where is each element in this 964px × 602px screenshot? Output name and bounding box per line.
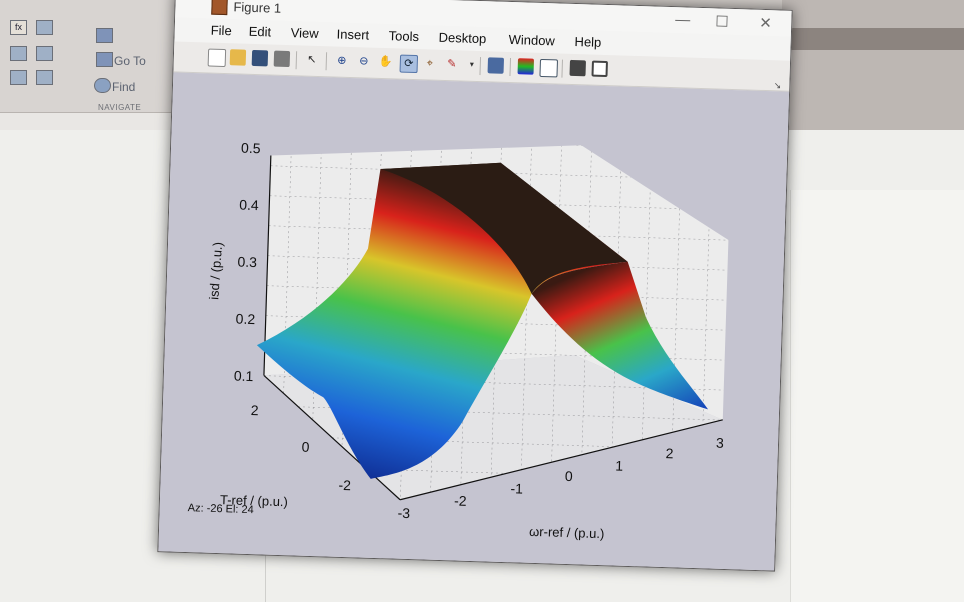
select-arrow-icon[interactable]: ↖ (304, 52, 320, 68)
toolbar-separator (561, 59, 563, 78)
y-tick-label: -2 (338, 477, 351, 493)
brush-dropdown-icon[interactable]: ▾ (464, 57, 480, 73)
z-axis-label: isd / (p.u.) (206, 241, 225, 300)
menu-window[interactable]: Window (508, 32, 555, 48)
menu-view[interactable]: View (290, 25, 318, 41)
figure-window: Figure 1 — ☐ ✕ File Edit View Insert Too… (157, 0, 793, 572)
x-tick-label: 2 (665, 445, 673, 461)
hide-plot-tools-icon[interactable] (569, 59, 586, 77)
z-tick-label: 0.2 (235, 311, 255, 328)
z-tick-label: 0.3 (237, 254, 257, 271)
toolbar-separator (295, 51, 298, 70)
desktop-side-pane (790, 190, 964, 602)
brush-icon[interactable]: ✎ (444, 56, 460, 72)
minimize-icon[interactable]: — (675, 11, 691, 28)
z-tick-label: 0.5 (241, 140, 261, 157)
dock-arrow-icon[interactable]: ↘ (774, 80, 782, 91)
z-tick-label: 0.1 (234, 367, 254, 384)
y-tick-label: 2 (251, 402, 259, 418)
menu-desktop[interactable]: Desktop (438, 30, 486, 46)
goto-icon[interactable] (96, 52, 113, 67)
z-tick-label: 0.4 (239, 197, 259, 214)
x-tick-label: -3 (397, 505, 410, 521)
toolbar-separator (325, 52, 328, 71)
print-icon[interactable] (273, 50, 291, 68)
menu-edit[interactable]: Edit (248, 24, 271, 40)
x-tick-label: -1 (510, 480, 523, 496)
back-arrow-icon[interactable] (96, 28, 113, 43)
y-tick-label: 0 (301, 439, 309, 455)
function-icon[interactable]: fx (10, 20, 27, 35)
link-plot-icon[interactable] (487, 57, 505, 74)
view-angle-readout: Az: -26 El: 24 (187, 502, 254, 517)
menu-file[interactable]: File (211, 23, 232, 39)
maximize-icon[interactable]: ☐ (715, 12, 729, 30)
toolbar-separator (479, 57, 482, 76)
find-button[interactable]: Find (112, 80, 135, 94)
menu-help[interactable]: Help (574, 34, 601, 50)
colorbar-icon[interactable] (517, 58, 535, 75)
menu-insert[interactable]: Insert (336, 27, 369, 43)
toolbar-separator (509, 57, 512, 77)
navigate-section-label: NAVIGATE (98, 103, 142, 112)
data-cursor-icon[interactable]: ⌖ (422, 55, 438, 71)
open-file-icon[interactable] (229, 49, 247, 66)
layout-icon[interactable] (36, 46, 53, 61)
x-tick-label: 0 (565, 468, 573, 484)
pan-hand-icon[interactable]: ✋ (378, 54, 394, 70)
surface-plot[interactable]: 0.5 0.4 0.3 0.2 0.1 2 0 -2 -3 -2 -1 0 1 … (158, 72, 789, 570)
x-tick-label: 3 (716, 435, 724, 451)
x-tick-label: 1 (615, 458, 623, 474)
window-title: Figure 1 (233, 0, 282, 16)
compare-icon[interactable] (10, 46, 27, 61)
x-tick-label: -2 (454, 492, 467, 508)
zoom-out-icon[interactable]: ⊖ (356, 53, 372, 69)
zoom-in-icon[interactable]: ⊕ (334, 52, 350, 68)
script-icon[interactable] (10, 70, 27, 85)
menu-tools[interactable]: Tools (388, 28, 419, 44)
refresh-icon[interactable] (36, 70, 53, 85)
legend-icon[interactable] (539, 58, 558, 78)
matlab-figure-icon (211, 0, 228, 16)
close-icon[interactable]: ✕ (759, 14, 772, 32)
save-icon[interactable] (251, 49, 269, 67)
desktop-toolstrip: fx Go To Find NAVIGATE (0, 0, 200, 113)
x-axis-label: ωr-ref / (p.u.) (529, 524, 605, 541)
goto-button[interactable]: Go To (114, 54, 146, 68)
show-plot-tools-icon[interactable] (591, 60, 608, 78)
desktop-right-tabbar (782, 28, 964, 50)
new-figure-icon[interactable] (207, 48, 227, 68)
rotate-3d-icon[interactable]: ⟳ (399, 54, 419, 74)
find-icon[interactable] (94, 78, 111, 93)
workspace-icon[interactable] (36, 20, 53, 35)
